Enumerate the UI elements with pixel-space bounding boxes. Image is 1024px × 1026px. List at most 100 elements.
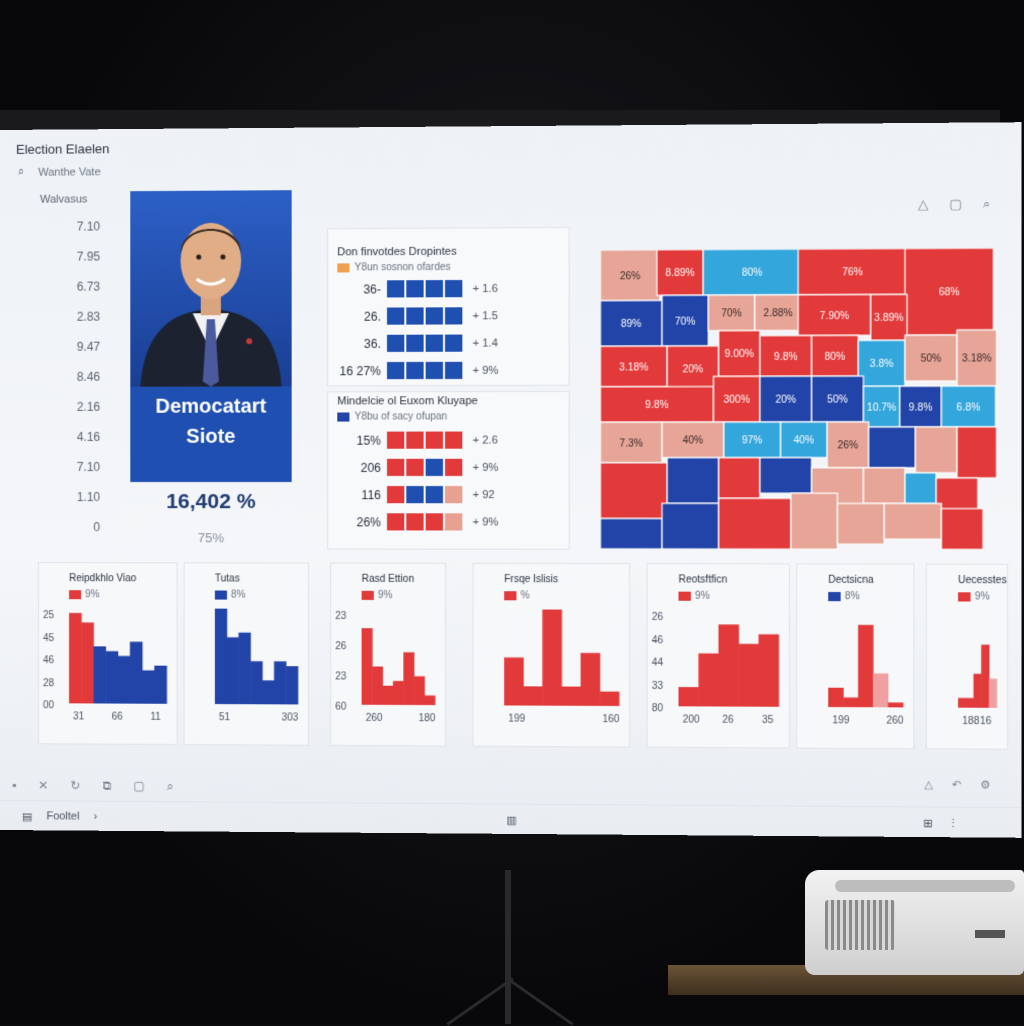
undo-icon[interactable]: ↶ [952,778,962,791]
grid-cell[interactable] [445,486,462,503]
y-axis-title: Walvasus [40,193,87,205]
grid-cell[interactable] [406,307,423,324]
histogram-bar [81,623,94,704]
map-region[interactable] [941,509,983,550]
window-icon[interactable]: ▢ [133,779,144,793]
map-region[interactable] [838,503,885,544]
histogram-bar [504,657,524,705]
chart-panel[interactable]: Dectsicna 8% 199 260 [796,563,914,749]
more-icon[interactable]: ⋮ [947,816,958,829]
grid-cell[interactable] [387,335,404,352]
map-region[interactable] [719,458,760,499]
grid-icon[interactable]: ⊞ [923,816,933,829]
grid-cell[interactable] [387,513,404,530]
grid-cell[interactable] [426,280,443,297]
y-tick-label: 23 [335,672,347,683]
grid-cell[interactable] [387,459,404,476]
grid-cell[interactable] [426,307,443,324]
chart-panel[interactable]: Reotsftficn 9% 26 46 44 33 80 200 26 35 [647,563,790,748]
chart-panel[interactable]: Uecesstes 9% 188 16 [926,564,1008,750]
chat-icon[interactable]: ▢ [949,196,962,212]
map-region[interactable] [863,468,905,504]
refresh-icon[interactable]: ↻ [70,778,80,792]
grid-cell[interactable] [445,362,462,379]
grid-cell[interactable] [406,486,423,503]
grid-cell[interactable] [406,280,423,297]
file-icon[interactable]: ▤ [22,810,32,823]
y-axis-tick: 9.47 [60,340,100,370]
chart-panel[interactable]: Frsqe Islisis% 199 160 [473,563,631,748]
x-tick-label: 303 [282,712,299,723]
x-tick-label: 35 [762,715,774,726]
grid-row: 15% + 2.6 [335,431,517,448]
grid-row-delta: + 1.4 [473,337,518,349]
map-region[interactable] [600,518,662,548]
grid-cell[interactable] [426,513,443,530]
alert-icon[interactable]: △ [924,778,933,791]
map-region[interactable] [791,493,838,549]
grid-cell[interactable] [426,432,443,449]
y-tick-label: 26 [335,641,347,652]
grid-cell[interactable] [406,459,423,476]
grid-cell[interactable] [406,513,423,530]
chart-legend: 9% [69,589,100,600]
grid-cell[interactable] [426,459,443,476]
projector-top [835,880,1015,892]
chart-legend-text: 8% [845,591,860,602]
chart-icon[interactable]: ▥ [506,813,517,826]
grid-cell[interactable] [445,432,462,449]
grid-cell[interactable] [445,335,462,352]
map-region[interactable] [905,473,936,504]
search-bar[interactable]: ⌕ Wanthe Vate [18,165,101,179]
map-region[interactable] [600,463,667,519]
grid-cell[interactable] [387,280,404,297]
grid-cell[interactable] [387,486,404,503]
grid-row: 116 + 92 [335,486,517,503]
map-region[interactable] [719,498,791,549]
histogram-bar [424,695,435,705]
map-region[interactable] [662,503,719,549]
y-axis-tick: 2.83 [60,310,100,340]
grid-cell[interactable] [426,335,443,352]
election-map[interactable]: 26% 8.89% 80% 76% 68% 89% 70% 70% 2.88% 7.90% 3.89… [600,248,998,555]
grid-cell[interactable] [426,362,443,379]
copy-icon[interactable]: ⧉ [103,778,112,793]
search-icon[interactable]: ⌕ [167,779,174,794]
menu-icon[interactable]: ▪ [12,778,16,792]
chart-panel[interactable]: Rasd Ettion 9% 23 26 23 60 260 180 [330,563,446,747]
grid-cell[interactable] [445,513,462,530]
grid-cell[interactable] [406,362,423,379]
chart-panel[interactable]: Reipdkhlo Viao 9% 25 45 46 28 00 31 66 11 [38,562,178,745]
chart-panel[interactable]: Tutas 8% 51 303 [184,562,309,745]
grid-cell[interactable] [387,307,404,324]
alert-icon[interactable]: △ [918,196,928,212]
map-label: 76% [842,268,863,279]
y-axis-tick: 7.10 [60,460,100,490]
grid-row-label: 15% [335,433,381,447]
grid-cell[interactable] [406,432,423,449]
grid-cell[interactable] [445,307,462,324]
grid-cell[interactable] [406,335,423,352]
chevron-right-icon[interactable]: › [94,811,98,823]
histogram-bar [393,681,404,705]
map-region[interactable] [884,503,941,539]
map-label: 80% [742,268,763,279]
grid-cell[interactable] [445,280,462,297]
map-region[interactable] [957,427,997,478]
grid-cell[interactable] [445,459,462,476]
candidate-card: Democatart Siote [130,190,291,482]
map-region[interactable] [869,427,916,468]
settings-icon[interactable]: ⚙ [980,778,990,791]
map-region[interactable] [760,458,812,494]
grid-cell[interactable] [426,486,443,503]
legend-swatch [215,591,227,600]
search-icon[interactable]: ⌕ [983,196,991,212]
grid-cell[interactable] [387,432,404,449]
map-region[interactable] [667,458,718,504]
map-label: 68% [939,288,960,299]
chart-plot: 23 26 23 60 260 180 [331,604,445,746]
close-icon[interactable]: ✕ [38,778,48,792]
grid-cell[interactable] [387,362,404,379]
y-tick-label: 60 [335,702,347,713]
map-region[interactable] [915,427,957,473]
